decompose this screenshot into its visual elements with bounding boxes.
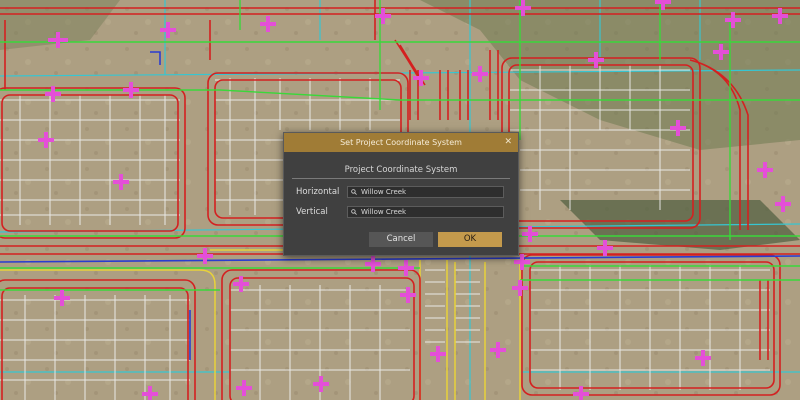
ok-button[interactable]: OK — [438, 232, 502, 247]
horizontal-coordinate-input[interactable] — [361, 187, 501, 197]
vertical-coordinate-input[interactable] — [361, 207, 501, 217]
search-icon — [351, 209, 357, 215]
dialog-title: Set Project Coordinate System — [340, 138, 462, 147]
close-icon[interactable]: ✕ — [504, 133, 512, 152]
vertical-coordinate-field[interactable] — [347, 206, 504, 218]
cancel-button[interactable]: Cancel — [369, 232, 433, 247]
horizontal-coordinate-field[interactable] — [347, 186, 504, 198]
section-divider — [292, 178, 510, 179]
vertical-label: Vertical — [296, 207, 328, 217]
horizontal-label: Horizontal — [296, 187, 340, 197]
set-project-coordinate-system-dialog: Set Project Coordinate System ✕ Project … — [283, 132, 519, 256]
search-icon — [351, 189, 357, 195]
dialog-title-bar[interactable]: Set Project Coordinate System ✕ — [284, 133, 518, 152]
section-heading: Project Coordinate System — [344, 165, 458, 175]
